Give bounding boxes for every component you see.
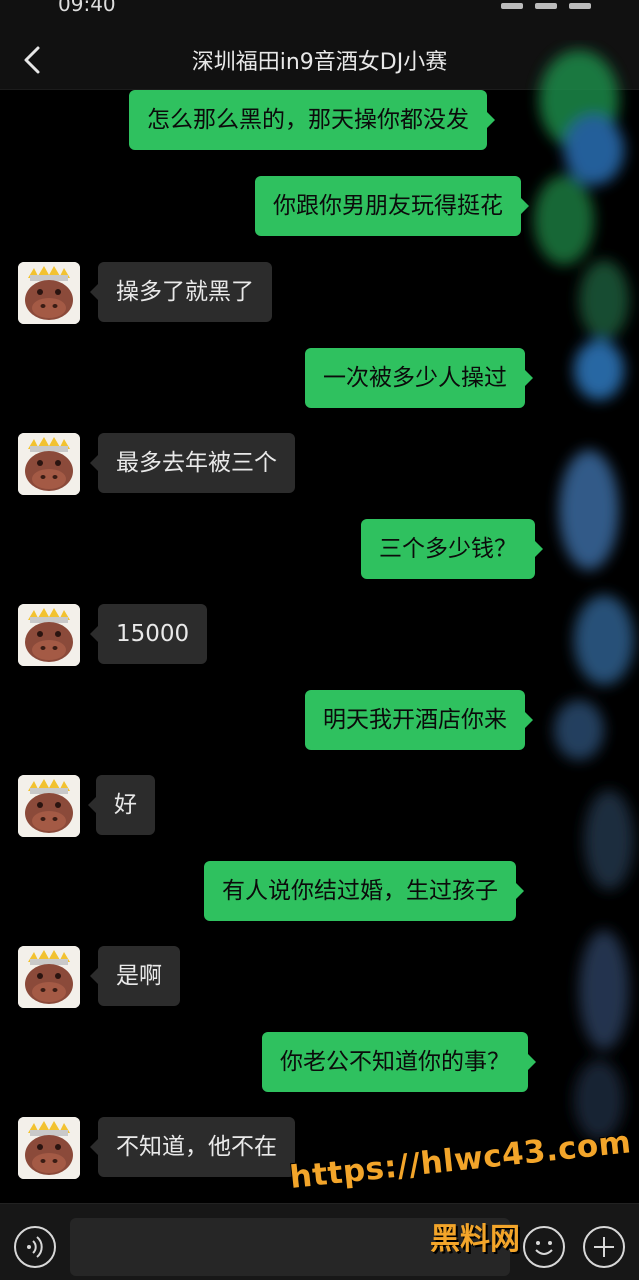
message-bubble-self[interactable]: 有人说你结过婚，生过孩子 xyxy=(204,861,524,921)
message-bubble-self[interactable]: 你跟你男朋友玩得挺花 xyxy=(255,176,529,236)
plus-icon xyxy=(594,1237,614,1257)
message-row: 是啊 xyxy=(0,946,639,1010)
emoji-button[interactable] xyxy=(523,1226,565,1268)
message-bubble-self[interactable]: 一次被多少人操过 xyxy=(305,348,533,408)
message-row: 一次被多少人操过 xyxy=(0,348,639,408)
chat-header: 深圳福田in9音酒女DJ小赛 xyxy=(0,30,639,90)
message-row: 最多去年被三个 xyxy=(0,433,639,497)
status-icons xyxy=(489,0,599,9)
back-button[interactable] xyxy=(14,40,54,80)
message-row: 操多了就黑了 xyxy=(0,262,639,326)
voice-button[interactable] xyxy=(14,1226,56,1268)
message-bubble-self[interactable]: 三个多少钱？ xyxy=(361,519,543,579)
message-row: 怎么那么黑的，那天操你都没发 xyxy=(0,90,639,150)
message-row: 有人说你结过婚，生过孩子 xyxy=(0,861,639,921)
message-bubble-self[interactable]: 你老公不知道你的事？ xyxy=(262,1032,536,1092)
message-bubble-self[interactable]: 怎么那么黑的，那天操你都没发 xyxy=(129,90,495,150)
message-input[interactable] xyxy=(70,1218,510,1276)
message-row: 你跟你男朋友玩得挺花 xyxy=(0,176,639,236)
hippo-avatar-icon xyxy=(18,604,80,666)
hippo-avatar-icon xyxy=(18,1117,80,1179)
hippo-avatar-icon xyxy=(18,775,80,837)
message-list[interactable]: 怎么那么黑的，那天操你都没发 你跟你男朋友玩得挺花 操多了就黑了 一次被多少人操… xyxy=(0,90,639,1203)
hippo-avatar-icon xyxy=(18,262,80,324)
contact-avatar[interactable] xyxy=(18,1117,80,1179)
contact-avatar[interactable] xyxy=(18,433,80,495)
status-time: 09:40 xyxy=(58,0,116,16)
message-row: 你老公不知道你的事？ xyxy=(0,1032,639,1092)
hippo-avatar-icon xyxy=(18,946,80,1008)
contact-avatar[interactable] xyxy=(18,775,80,837)
message-bubble-contact[interactable]: 是啊 xyxy=(90,946,180,1006)
voice-icon xyxy=(27,1236,43,1258)
message-bubble-contact[interactable]: 操多了就黑了 xyxy=(90,262,272,322)
chevron-left-icon xyxy=(24,46,40,74)
message-row: 不知道，他不在 xyxy=(0,1117,639,1181)
contact-avatar[interactable] xyxy=(18,262,80,324)
message-row: 15000 xyxy=(0,604,639,668)
contact-avatar[interactable] xyxy=(18,604,80,666)
contact-avatar[interactable] xyxy=(18,946,80,1008)
message-row: 明天我开酒店你来 xyxy=(0,690,639,750)
message-bubble-contact[interactable]: 好 xyxy=(88,775,155,835)
input-toolbar xyxy=(0,1203,639,1280)
message-row: 三个多少钱？ xyxy=(0,519,639,579)
message-bubble-contact[interactable]: 最多去年被三个 xyxy=(90,433,295,493)
hippo-avatar-icon xyxy=(18,433,80,495)
message-bubble-contact[interactable]: 不知道，他不在 xyxy=(90,1117,295,1177)
emoji-icon xyxy=(535,1241,553,1255)
status-bar: 09:40 xyxy=(0,0,639,30)
message-bubble-self[interactable]: 明天我开酒店你来 xyxy=(305,690,533,750)
more-button[interactable] xyxy=(583,1226,625,1268)
chat-title: 深圳福田in9音酒女DJ小赛 xyxy=(191,50,448,75)
message-bubble-contact[interactable]: 15000 xyxy=(89,604,208,664)
message-row: 好 xyxy=(0,775,639,839)
